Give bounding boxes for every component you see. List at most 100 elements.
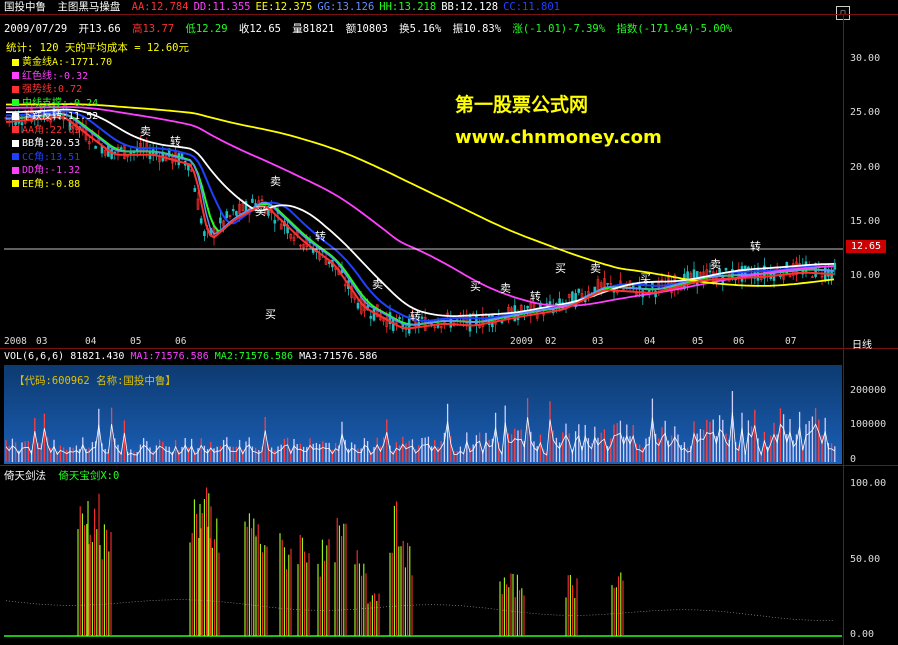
candle-body	[177, 153, 181, 166]
date-tick: 03	[592, 336, 604, 347]
legend-label: 下跌反转:11.52	[22, 111, 99, 122]
ma-line	[5, 112, 835, 327]
date-tick: 05	[692, 336, 704, 347]
signal-label: 买	[255, 205, 266, 218]
candle-body	[251, 198, 254, 203]
legend-item: DD角:-1.32	[12, 164, 80, 177]
legend-label: AA角:22.03	[22, 124, 81, 136]
signal-label: 转	[170, 134, 181, 148]
date-tick: 04	[644, 336, 656, 347]
volume-tick: 200000	[850, 385, 887, 396]
candle-body	[129, 152, 133, 154]
volume-tick: 100000	[850, 419, 887, 430]
signal-label: 卖	[710, 258, 721, 271]
stock-code-label: 【代码:600962 名称:国投中鲁】	[14, 375, 176, 387]
candle-body	[420, 316, 424, 319]
indicator-name[interactable]: 倚天剑法	[4, 470, 46, 482]
watermark-title: 第一股票公式网	[455, 94, 589, 116]
candle-body	[203, 231, 206, 236]
price-axis: 30.00 25.00 20.00 15.00 10.00	[844, 0, 898, 348]
legend-swatch	[12, 180, 19, 187]
legend-swatch	[12, 166, 19, 174]
legend-label: 中线支撑:-0.24	[22, 97, 99, 109]
legend-swatch	[12, 58, 19, 66]
candle-body	[577, 288, 581, 293]
vol-ma3: MA3:71576.586	[299, 351, 378, 362]
legend-item: 强势线:0.72	[12, 83, 82, 96]
legend-label: BB角:20.53	[22, 138, 81, 149]
volume-header: VOL(6,6,6) 81821.430 MA1:71576.586 MA2:7…	[4, 351, 377, 362]
candle-body	[231, 209, 235, 212]
vol-ma2: MA2:71576.586	[214, 351, 294, 362]
legend-swatch	[12, 99, 19, 106]
candle-body	[526, 306, 529, 309]
legend-swatch	[12, 139, 19, 147]
candle-body	[372, 308, 376, 321]
legend-swatch	[12, 112, 19, 120]
candle-body	[369, 315, 373, 319]
candle-body	[225, 211, 229, 218]
date-tick: 06	[733, 336, 745, 347]
signal-label: 卖	[372, 278, 383, 291]
candle-body	[398, 317, 401, 320]
price-candles	[4, 102, 837, 338]
legend-swatch	[12, 126, 19, 133]
period-selector[interactable]: 日线	[852, 336, 872, 351]
signal-label: 卖	[500, 282, 511, 295]
signal-label: 转	[410, 309, 421, 323]
signal-label: 买	[470, 280, 481, 293]
legend-label: CC角:13.51	[22, 151, 81, 163]
signal-label: 转	[315, 229, 326, 243]
date-tick: 2009	[510, 336, 533, 347]
date-tick: 2008	[4, 336, 27, 347]
date-tick: 03	[36, 336, 48, 347]
signal-label: 买	[640, 272, 651, 285]
legend-swatch	[12, 72, 19, 79]
price-tick: 20.00	[850, 162, 881, 173]
legend-item: 中线支撑:-0.24	[12, 97, 98, 110]
legend-item: 下跌反转:11.52	[12, 110, 98, 123]
signal-label: 卖	[590, 262, 601, 275]
vol-label: VOL(6,6,6)	[4, 351, 65, 362]
candle-body	[219, 217, 222, 224]
vol-ma1: MA1:71576.586	[130, 351, 209, 362]
ma-line	[6, 108, 835, 318]
legend-label: 强势线:0.72	[22, 84, 83, 95]
legend-item: BB角:20.53	[12, 137, 80, 150]
candle-body	[273, 220, 277, 224]
stock-chart-canvas[interactable]: 卖转买卖转买卖转买 卖转买 卖买卖转	[0, 0, 898, 645]
current-price-tag: 12.65	[846, 240, 886, 253]
date-tick: 07	[785, 336, 797, 347]
legend-label: 红色线:-0.32	[22, 70, 89, 82]
indicator-line	[5, 599, 835, 621]
volume-tick: 0	[850, 454, 857, 465]
signal-label: 卖	[270, 175, 281, 188]
signal-label: 买	[555, 262, 566, 275]
indicator-tick: 100.00	[850, 478, 887, 489]
legend-swatch	[12, 85, 19, 93]
legend-item: 黄金线A:-1771.70	[12, 56, 112, 69]
ma-line	[6, 110, 835, 322]
date-tick: 04	[85, 336, 97, 347]
legend-swatch	[12, 153, 19, 160]
date-tick: 02	[545, 336, 557, 347]
date-tick: 05	[130, 336, 142, 347]
watermark-url[interactable]: www.chnmoney.com	[455, 127, 662, 148]
legend-item: EE角:-0.88	[12, 178, 80, 191]
date-tick: 06	[175, 336, 187, 347]
price-tick: 10.00	[850, 270, 881, 281]
indicator-bars	[4, 487, 842, 637]
price-tick: 15.00	[850, 216, 881, 227]
moving-average-lines	[5, 103, 835, 330]
ma-line	[5, 116, 835, 330]
indicator-tick: 0.00	[850, 629, 875, 640]
candle-body	[187, 164, 190, 171]
legend-label: 黄金线A:-1771.70	[22, 57, 113, 68]
indicator-tick: 50.00	[850, 554, 881, 565]
price-tick: 30.00	[850, 53, 881, 64]
candle-body	[724, 267, 728, 271]
candle-body	[119, 147, 123, 150]
legend-label: DD角:-1.32	[22, 165, 81, 176]
candle-body	[833, 262, 837, 270]
legend-item: CC角:13.51	[12, 151, 80, 164]
